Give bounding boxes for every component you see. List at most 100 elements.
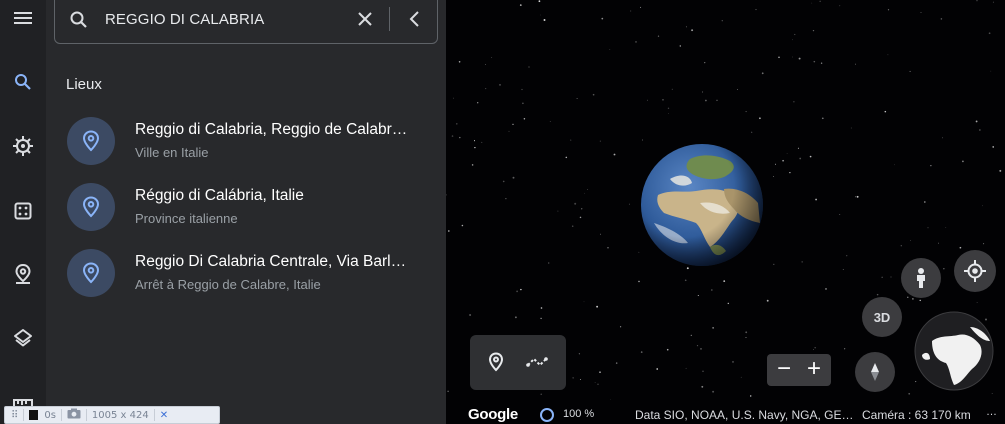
star bbox=[473, 140, 476, 142]
zoom-in-button[interactable]: + bbox=[800, 357, 828, 383]
voyager-icon[interactable] bbox=[0, 126, 46, 166]
google-logo: Google bbox=[468, 406, 518, 423]
star bbox=[656, 368, 659, 370]
search-icon[interactable] bbox=[0, 62, 46, 102]
star bbox=[597, 383, 599, 385]
star bbox=[610, 399, 611, 400]
star bbox=[979, 129, 981, 131]
star bbox=[520, 288, 522, 291]
star bbox=[791, 56, 793, 58]
star bbox=[684, 279, 687, 282]
star bbox=[685, 367, 687, 369]
star bbox=[667, 107, 670, 110]
star bbox=[599, 140, 601, 142]
close-icon[interactable]: ✕ bbox=[160, 410, 168, 421]
star bbox=[938, 242, 939, 244]
star bbox=[538, 0, 541, 3]
star bbox=[761, 72, 764, 75]
star bbox=[732, 360, 734, 363]
result-subtitle: Province italienne bbox=[135, 211, 238, 226]
star bbox=[696, 344, 699, 347]
star bbox=[691, 29, 694, 32]
star bbox=[759, 117, 761, 120]
star bbox=[642, 139, 643, 141]
star bbox=[668, 113, 669, 114]
star bbox=[512, 176, 515, 179]
result-subtitle: Arrêt à Reggio de Calabre, Italie bbox=[135, 277, 321, 292]
star bbox=[615, 362, 618, 364]
pegman-icon[interactable] bbox=[901, 258, 941, 298]
star bbox=[635, 41, 637, 43]
star bbox=[943, 268, 945, 270]
data-attribution[interactable]: Data SIO, NOAA, U.S. Navy, NGA, GE… bbox=[635, 408, 854, 422]
star bbox=[581, 208, 583, 210]
divider bbox=[153, 409, 155, 421]
projects-icon[interactable] bbox=[0, 254, 46, 294]
mini-globe-overview[interactable] bbox=[914, 311, 994, 391]
viewport-size: 1005 x 424 bbox=[91, 409, 149, 421]
feeling-lucky-icon[interactable] bbox=[0, 191, 46, 231]
my-location-icon[interactable] bbox=[954, 250, 996, 292]
search-input[interactable]: REGGIO DI CALABRIA bbox=[105, 11, 264, 28]
place-pin-icon bbox=[67, 183, 115, 231]
star bbox=[894, 164, 896, 166]
result-title: Réggio di Calábria, Italie bbox=[135, 187, 304, 204]
star bbox=[451, 135, 454, 137]
star bbox=[819, 0, 821, 2]
zoom-control: − + bbox=[767, 354, 831, 386]
drag-handle-icon[interactable]: ⠿ bbox=[11, 410, 18, 421]
star bbox=[773, 176, 774, 177]
result-item[interactable]: Réggio di Calábria, Italie Province ital… bbox=[46, 177, 446, 237]
star bbox=[584, 192, 585, 194]
results-section-title: Lieux bbox=[66, 76, 102, 93]
camera-altitude: Caméra : 63 170 km bbox=[862, 408, 971, 422]
star bbox=[854, 196, 856, 198]
star bbox=[540, 393, 542, 395]
star bbox=[662, 99, 664, 101]
star bbox=[844, 348, 846, 350]
star bbox=[809, 155, 812, 158]
zoom-out-button[interactable]: − bbox=[770, 357, 798, 383]
star bbox=[727, 302, 730, 305]
star bbox=[458, 61, 461, 63]
collapse-panel-icon[interactable] bbox=[405, 9, 425, 29]
search-icon bbox=[69, 10, 89, 35]
star bbox=[640, 6, 642, 8]
star bbox=[773, 263, 775, 266]
star bbox=[679, 45, 682, 47]
star bbox=[514, 316, 517, 319]
draw-path-icon[interactable] bbox=[526, 355, 548, 374]
star bbox=[469, 314, 472, 316]
compass-icon[interactable] bbox=[855, 352, 895, 392]
search-panel: REGGIO DI CALABRIA Lieux Reggio di Calab… bbox=[46, 0, 446, 424]
star bbox=[540, 307, 543, 309]
clear-search-icon[interactable] bbox=[355, 9, 375, 29]
camera-icon[interactable] bbox=[67, 408, 81, 422]
star bbox=[745, 331, 748, 334]
record-icon[interactable] bbox=[29, 410, 39, 420]
star bbox=[459, 136, 461, 139]
more-options-icon[interactable]: … bbox=[986, 406, 997, 418]
loading-percentage: 100 % bbox=[563, 408, 595, 420]
3d-toggle-button[interactable]: 3D bbox=[862, 297, 902, 337]
star bbox=[999, 169, 1002, 172]
result-title: Reggio Di Calabria Centrale, Via Barl… bbox=[135, 253, 407, 270]
star bbox=[745, 111, 747, 113]
globe-viewport[interactable]: 3D − + bbox=[446, 0, 1005, 424]
layers-icon[interactable] bbox=[0, 318, 46, 358]
placemark-icon[interactable] bbox=[488, 352, 504, 377]
star bbox=[601, 17, 604, 20]
star bbox=[721, 20, 723, 22]
search-box[interactable]: REGGIO DI CALABRIA bbox=[54, 0, 438, 44]
earth-globe[interactable] bbox=[640, 143, 764, 267]
star bbox=[850, 127, 852, 129]
star bbox=[646, 99, 648, 101]
divider bbox=[85, 409, 87, 421]
result-item[interactable]: Reggio Di Calabria Centrale, Via Barl… A… bbox=[46, 243, 446, 303]
menu-icon[interactable] bbox=[0, 0, 46, 38]
result-item[interactable]: Reggio di Calabria, Reggio de Calabr… Vi… bbox=[46, 111, 446, 171]
star bbox=[600, 233, 601, 235]
star bbox=[704, 61, 706, 64]
star bbox=[592, 93, 595, 96]
star bbox=[609, 49, 611, 50]
